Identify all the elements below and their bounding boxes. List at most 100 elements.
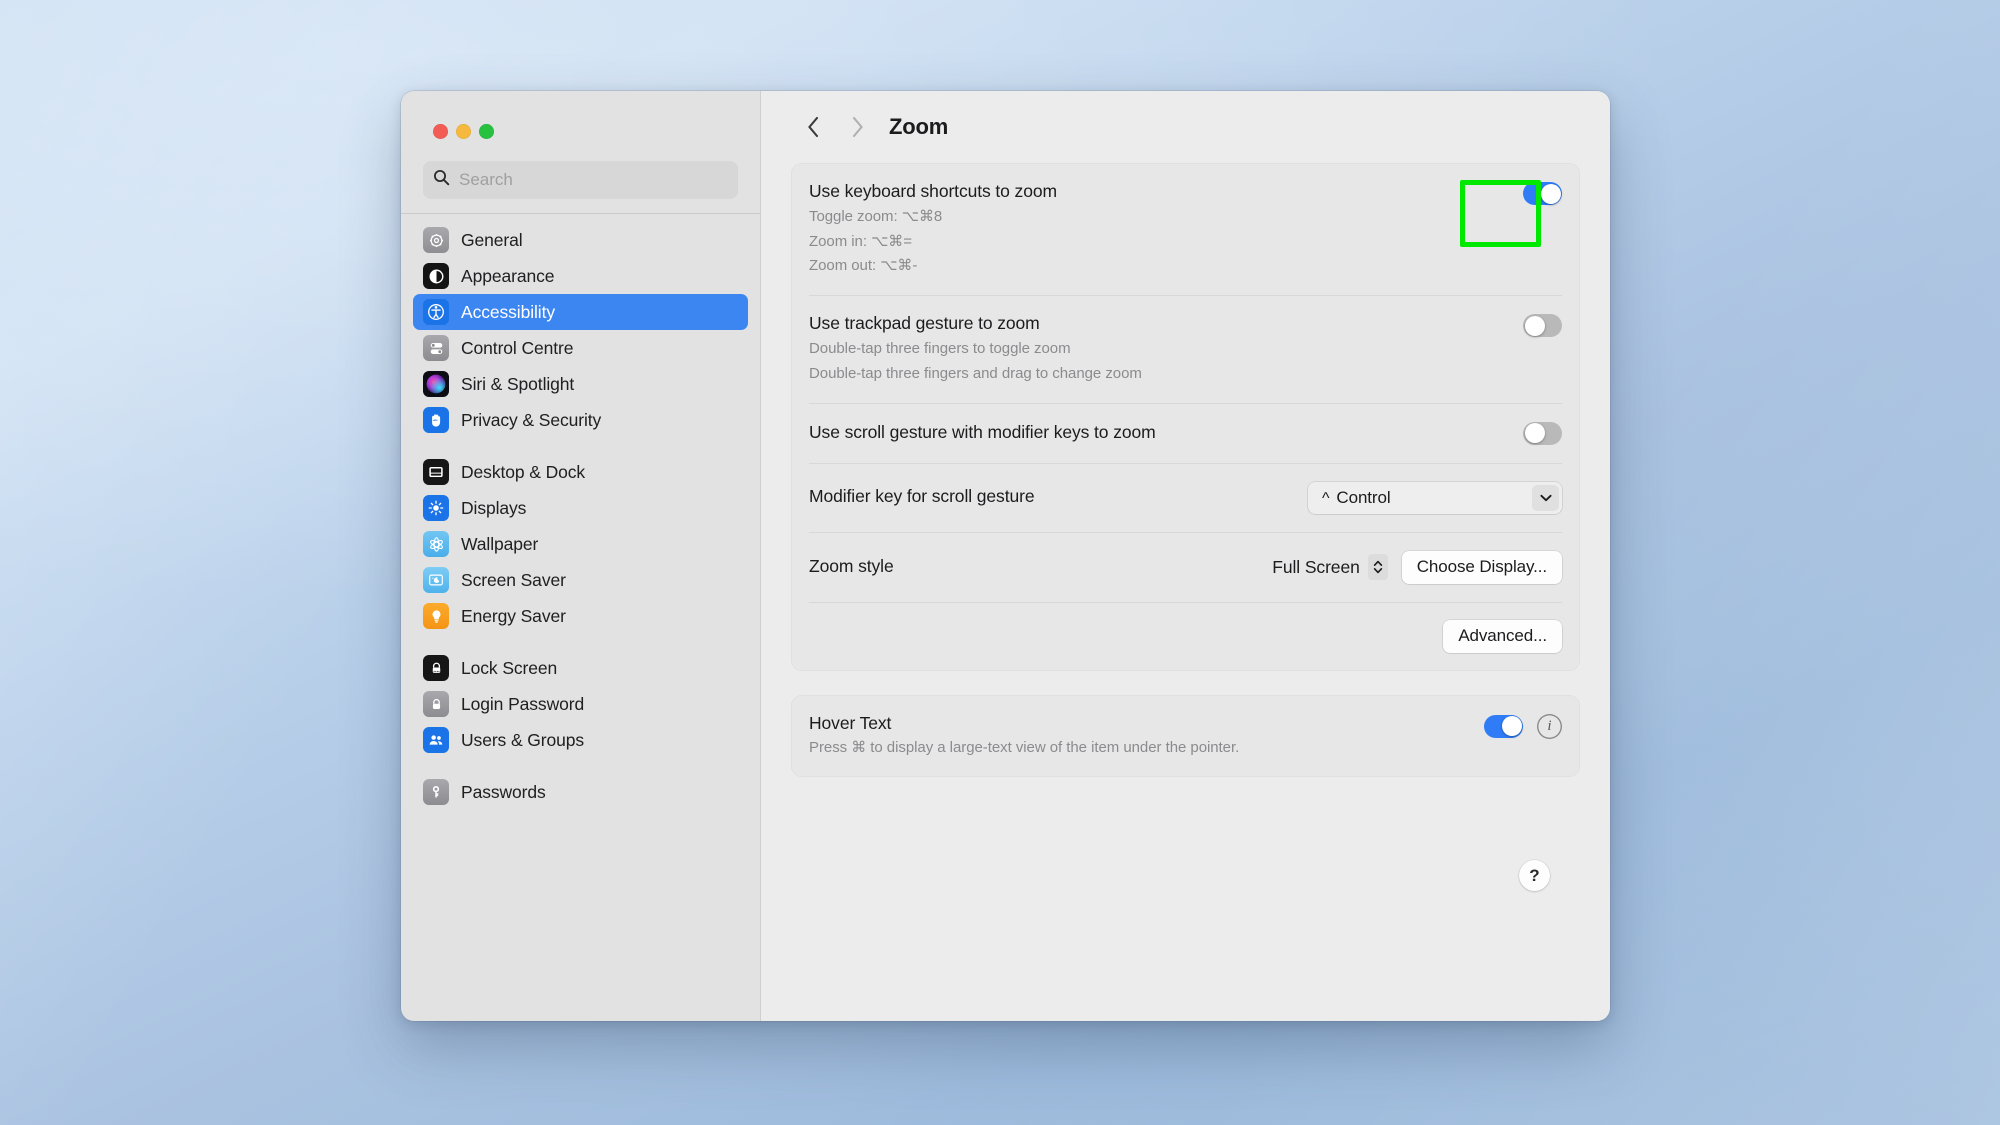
trackpad-gesture-toggle[interactable] xyxy=(1523,314,1562,338)
search-box[interactable] xyxy=(423,161,738,199)
sidebar-item-accessibility[interactable]: Accessibility xyxy=(413,294,748,330)
search-icon xyxy=(433,169,450,191)
sidebar-item-label: Login Password xyxy=(461,693,585,714)
control-centre-icon xyxy=(423,335,449,361)
passwords-key-icon xyxy=(423,779,449,805)
row-control: Full Screen Choose Display... xyxy=(1272,550,1562,584)
zoom-style-popup[interactable]: Full Screen xyxy=(1272,554,1388,580)
gear-icon xyxy=(423,227,449,253)
energy-saver-icon xyxy=(423,603,449,629)
control-symbol: ^ xyxy=(1322,489,1330,507)
sidebar: General Appearance Accessibility xyxy=(401,91,761,1021)
shortcut-zoom-out: Zoom out: ⌥⌘- xyxy=(809,257,918,275)
sidebar-item-label: Users & Groups xyxy=(461,729,585,750)
sidebar-group-4: Passwords xyxy=(413,774,748,810)
hover-text-description: Press ⌘ to display a large-text view of … xyxy=(809,739,1240,757)
toggle-knob xyxy=(1540,183,1561,204)
row-control: i xyxy=(1484,713,1562,739)
shortcut-toggle-zoom: Toggle zoom: ⌥⌘8 xyxy=(809,207,943,225)
row-scroll-gesture: Use scroll gesture with modifier keys to… xyxy=(809,402,1562,463)
window-controls xyxy=(401,91,760,139)
row-title: Modifier key for scroll gesture xyxy=(809,486,1035,507)
sidebar-item-label: Wallpaper xyxy=(461,533,539,554)
sidebar-group-1: General Appearance Accessibility Control… xyxy=(413,222,748,454)
system-settings-window: General Appearance Accessibility xyxy=(401,91,1610,1021)
row-control xyxy=(1523,421,1562,445)
modifier-key-value: Control xyxy=(1336,487,1391,507)
hover-text-toggle[interactable] xyxy=(1484,714,1523,738)
toggle-knob xyxy=(1524,423,1545,443)
displays-icon xyxy=(423,495,449,521)
chevron-up-down-icon[interactable] xyxy=(1367,554,1388,580)
row-text: Modifier key for scroll gesture xyxy=(809,486,1292,508)
row-title: Zoom style xyxy=(809,555,894,576)
row-text: Use trackpad gesture to zoom Double-tap … xyxy=(809,313,1507,384)
sidebar-item-lock-screen[interactable]: Lock Screen xyxy=(413,650,748,686)
row-text: Hover Text Press ⌘ to display a large-te… xyxy=(809,713,1468,760)
toolbar: Zoom xyxy=(761,91,1610,163)
maximize-button[interactable] xyxy=(479,124,494,139)
sidebar-item-energy-saver[interactable]: Energy Saver xyxy=(413,598,748,634)
back-chevron-icon[interactable] xyxy=(791,105,835,149)
modifier-key-popup[interactable]: ^ Control xyxy=(1308,481,1562,514)
sidebar-nav: General Appearance Accessibility Control… xyxy=(401,214,760,1021)
choose-display-button[interactable]: Choose Display... xyxy=(1401,550,1562,584)
info-icon[interactable]: i xyxy=(1537,714,1562,739)
chevron-down-icon[interactable] xyxy=(1532,484,1559,511)
sidebar-item-label: Lock Screen xyxy=(461,657,558,678)
row-title: Use trackpad gesture to zoom xyxy=(809,313,1040,334)
sidebar-item-appearance[interactable]: Appearance xyxy=(413,258,748,294)
row-hover-text: Hover Text Press ⌘ to display a large-te… xyxy=(809,695,1562,778)
sidebar-item-screen-saver[interactable]: Screen Saver xyxy=(413,562,748,598)
wallpaper-icon xyxy=(423,531,449,557)
toggle-knob xyxy=(1501,716,1522,736)
sidebar-item-privacy-security[interactable]: Privacy & Security xyxy=(413,402,748,438)
sidebar-group-2: Desktop & Dock Displays Wallpaper Screen… xyxy=(413,454,748,650)
sidebar-item-label: Accessibility xyxy=(461,301,556,322)
sidebar-item-users-groups[interactable]: Users & Groups xyxy=(413,722,748,758)
sidebar-group-3: Lock Screen Login Password Users & Group… xyxy=(413,650,748,774)
minimize-button[interactable] xyxy=(456,124,471,139)
zoom-settings-card: Use keyboard shortcuts to zoom Toggle zo… xyxy=(791,163,1580,671)
sidebar-item-desktop-dock[interactable]: Desktop & Dock xyxy=(413,454,748,490)
help-button[interactable]: ? xyxy=(1519,860,1550,892)
sidebar-item-label: Control Centre xyxy=(461,337,574,358)
sidebar-item-siri-spotlight[interactable]: Siri & Spotlight xyxy=(413,366,748,402)
sidebar-item-general[interactable]: General xyxy=(413,222,748,258)
row-control xyxy=(1523,313,1562,338)
row-advanced: Advanced... xyxy=(809,601,1562,671)
row-control xyxy=(1523,181,1562,205)
sidebar-item-label: Screen Saver xyxy=(461,569,566,590)
sidebar-item-control-centre[interactable]: Control Centre xyxy=(413,330,748,366)
sidebar-item-displays[interactable]: Displays xyxy=(413,490,748,526)
sidebar-item-label: Siri & Spotlight xyxy=(461,373,575,394)
close-button[interactable] xyxy=(433,124,448,139)
sidebar-item-label: Appearance xyxy=(461,265,555,286)
advanced-button[interactable]: Advanced... xyxy=(1443,619,1562,653)
row-text: Use scroll gesture with modifier keys to… xyxy=(809,422,1507,444)
sidebar-item-passwords[interactable]: Passwords xyxy=(413,774,748,810)
desktop-dock-icon xyxy=(423,459,449,485)
shortcut-zoom-in: Zoom in: ⌥⌘= xyxy=(809,232,912,250)
accessibility-icon xyxy=(423,299,449,325)
privacy-hand-icon xyxy=(423,407,449,433)
login-password-icon xyxy=(423,691,449,717)
keyboard-shortcuts-toggle[interactable] xyxy=(1523,182,1562,205)
help-area: ? xyxy=(791,801,1580,892)
row-text: Zoom style xyxy=(809,556,1256,578)
sidebar-item-label: Energy Saver xyxy=(461,605,566,626)
forward-chevron-icon[interactable] xyxy=(835,105,879,149)
row-title: Hover Text xyxy=(809,712,892,733)
appearance-icon xyxy=(423,263,449,289)
row-text: Use keyboard shortcuts to zoom Toggle zo… xyxy=(809,181,1507,277)
scroll-gesture-toggle[interactable] xyxy=(1523,421,1562,445)
sidebar-item-wallpaper[interactable]: Wallpaper xyxy=(413,526,748,562)
sidebar-item-label: General xyxy=(461,229,523,250)
detail-pane: Zoom Use keyboard shortcuts to zoom Togg… xyxy=(761,91,1610,1021)
sidebar-item-login-password[interactable]: Login Password xyxy=(413,686,748,722)
zoom-style-value: Full Screen xyxy=(1272,556,1360,577)
sidebar-item-label: Displays xyxy=(461,497,527,518)
siri-icon xyxy=(423,371,449,397)
row-title: Use keyboard shortcuts to zoom xyxy=(809,181,1057,201)
search-input[interactable] xyxy=(459,170,728,190)
